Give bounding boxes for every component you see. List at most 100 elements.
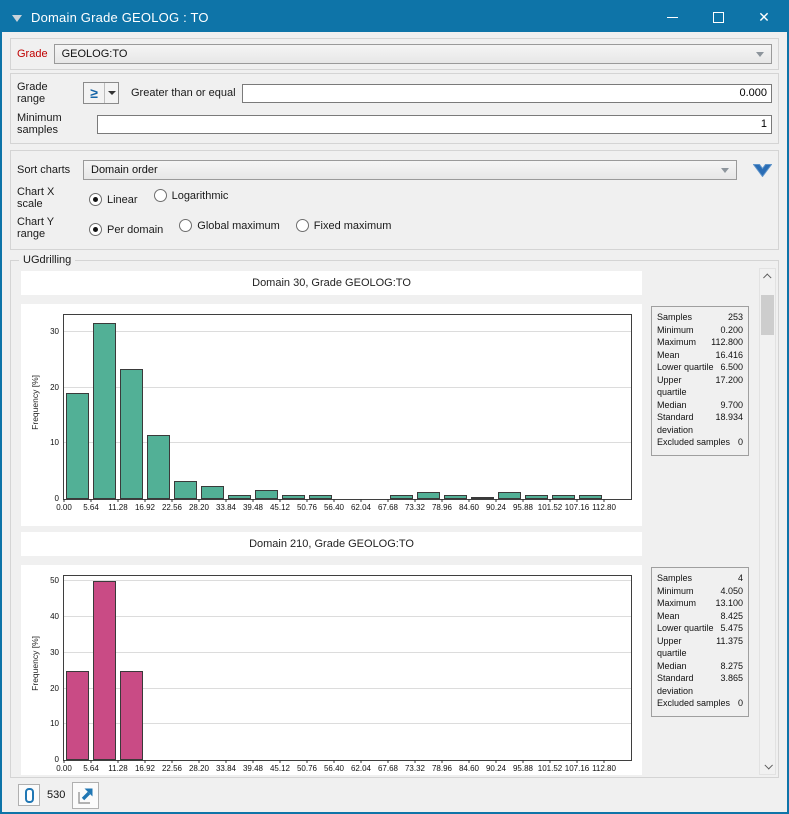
x-tick-mark bbox=[64, 760, 65, 763]
statistic-value: 6.500 bbox=[720, 361, 743, 374]
histogram-bar bbox=[228, 495, 250, 499]
statistic-value: 3.865 bbox=[720, 672, 743, 697]
ugdrilling-group-label: UGdrilling bbox=[19, 254, 75, 266]
histogram-bar bbox=[417, 492, 439, 499]
radio-label: Global maximum bbox=[197, 220, 280, 232]
radio-button-icon bbox=[89, 223, 102, 236]
scrollbar-track[interactable] bbox=[760, 285, 775, 758]
minimum-samples-input[interactable] bbox=[97, 115, 772, 134]
radio-button-icon bbox=[154, 189, 167, 202]
grade-combobox[interactable]: GEOLOG:TO bbox=[54, 44, 772, 64]
statistic-label: Samples bbox=[657, 311, 692, 324]
statistic-value: 16.416 bbox=[715, 349, 743, 362]
statistic-value: 13.100 bbox=[715, 597, 743, 610]
capsule-icon bbox=[25, 788, 34, 803]
operator-dropdown-arrow[interactable] bbox=[104, 83, 118, 103]
x-tick-label: 101.52 bbox=[538, 764, 562, 773]
x-scale-radio-linear[interactable]: Linear bbox=[89, 193, 138, 206]
statistic-row: Minimum0.200 bbox=[657, 324, 743, 337]
statistic-row: Median8.275 bbox=[657, 660, 743, 673]
x-tick-label: 73.32 bbox=[405, 764, 425, 773]
x-tick-label: 45.12 bbox=[270, 764, 290, 773]
statistics-box: Samples253Minimum0.200Maximum112.800Mean… bbox=[651, 306, 749, 456]
y-range-radio-fixed-maximum[interactable]: Fixed maximum bbox=[296, 219, 392, 232]
close-button[interactable]: ✕ bbox=[741, 2, 787, 32]
plot-area: 010203040500.005.6411.2816.9222.5628.203… bbox=[63, 575, 632, 761]
minimize-button[interactable] bbox=[649, 2, 695, 32]
external-arrow-icon bbox=[75, 785, 96, 806]
scroll-down-button[interactable] bbox=[760, 758, 775, 774]
statistic-label: Standard deviation bbox=[657, 672, 716, 697]
statistic-row: Standard deviation3.865 bbox=[657, 672, 743, 697]
triangle-down-icon bbox=[108, 91, 116, 95]
y-range-radio-per-domain[interactable]: Per domain bbox=[89, 223, 163, 236]
histogram-bar bbox=[93, 323, 115, 499]
pin-button[interactable] bbox=[18, 784, 40, 806]
statistic-value: 17.200 bbox=[715, 374, 743, 399]
statistic-row: Lower quartile5.475 bbox=[657, 622, 743, 635]
statistic-row: Mean 16.416 bbox=[657, 349, 743, 362]
stats-column: Samples253Minimum0.200Maximum112.800Mean… bbox=[642, 304, 755, 456]
open-external-button[interactable] bbox=[72, 782, 99, 809]
x-tick-label: 11.28 bbox=[108, 503, 127, 512]
x-tick-mark bbox=[172, 499, 173, 502]
statistic-label: Maximum bbox=[657, 597, 696, 610]
gridline bbox=[64, 652, 631, 653]
statistic-row: Median9.700 bbox=[657, 399, 743, 412]
x-tick-mark bbox=[253, 499, 254, 502]
x-scale-radio-logarithmic[interactable]: Logarithmic bbox=[154, 189, 229, 202]
x-tick-label: 5.64 bbox=[83, 503, 99, 512]
y-range-radio-global-maximum[interactable]: Global maximum bbox=[179, 219, 280, 232]
close-icon: ✕ bbox=[758, 10, 770, 24]
collapse-panel-button[interactable] bbox=[753, 164, 772, 177]
chart-panel: Frequency [%]01020300.005.6411.2816.9222… bbox=[21, 304, 642, 526]
y-tick-label: 20 bbox=[50, 684, 59, 693]
statistics-box: Samples4Minimum 4.050 Maximum 13.100Mean8.4… bbox=[651, 567, 749, 717]
statistic-value: 4.050 bbox=[720, 585, 743, 598]
chart-block: Domain 210, Grade GEOLOG:TOFrequency [%]… bbox=[21, 532, 755, 775]
maximize-icon bbox=[713, 12, 724, 23]
x-tick-label: 50.76 bbox=[297, 503, 317, 512]
vertical-scrollbar[interactable] bbox=[759, 268, 776, 775]
scroll-up-button[interactable] bbox=[760, 269, 775, 285]
x-tick-label: 78.96 bbox=[432, 764, 452, 773]
x-tick-mark bbox=[388, 760, 389, 763]
x-tick-mark bbox=[64, 499, 65, 502]
sort-charts-combobox[interactable]: Domain order bbox=[83, 160, 737, 180]
x-tick-label: 16.92 bbox=[135, 503, 155, 512]
gridline bbox=[64, 723, 631, 724]
statistic-label: Minimum bbox=[657, 585, 694, 598]
x-tick-label: 5.64 bbox=[83, 764, 99, 773]
maximize-button[interactable] bbox=[695, 2, 741, 32]
statistic-row: Maximum112.800 bbox=[657, 336, 743, 349]
window-menu-icon[interactable] bbox=[12, 15, 22, 22]
operator-combobox[interactable]: ≥ bbox=[83, 82, 119, 104]
y-tick-label: 10 bbox=[50, 719, 59, 728]
window-title: Domain Grade GEOLOG : TO bbox=[31, 10, 209, 25]
y-axis-label: Frequency [%] bbox=[30, 375, 40, 430]
scrollbar-thumb[interactable] bbox=[761, 295, 774, 335]
statistic-label: Lower quartile bbox=[657, 622, 714, 635]
statistic-row: Samples253 bbox=[657, 311, 743, 324]
radio-label: Per domain bbox=[107, 224, 163, 236]
chevron-down-icon bbox=[721, 168, 729, 173]
statistic-label: Mean bbox=[657, 349, 680, 362]
x-tick-mark bbox=[550, 760, 551, 763]
statistic-row: Minimum 4.050 bbox=[657, 585, 743, 598]
histogram-bar bbox=[66, 671, 88, 760]
histogram-bar bbox=[93, 581, 115, 760]
statistic-row: Samples4 bbox=[657, 572, 743, 585]
grade-combobox-value: GEOLOG:TO bbox=[62, 48, 128, 60]
greater-than-input[interactable] bbox=[242, 84, 772, 103]
x-tick-label: 33.84 bbox=[216, 503, 236, 512]
x-tick-mark bbox=[415, 760, 416, 763]
minimize-icon bbox=[667, 17, 678, 18]
titlebar[interactable]: Domain Grade GEOLOG : TO ✕ bbox=[2, 2, 787, 32]
chart-block: Domain 30, Grade GEOLOG:TOFrequency [%]0… bbox=[21, 271, 755, 526]
histogram-bar bbox=[120, 671, 142, 760]
statistic-row: Mean8.425 bbox=[657, 610, 743, 623]
x-tick-mark bbox=[334, 499, 335, 502]
x-tick-mark bbox=[522, 499, 523, 502]
x-tick-mark bbox=[388, 499, 389, 502]
sample-count-label: 530 bbox=[47, 789, 65, 801]
